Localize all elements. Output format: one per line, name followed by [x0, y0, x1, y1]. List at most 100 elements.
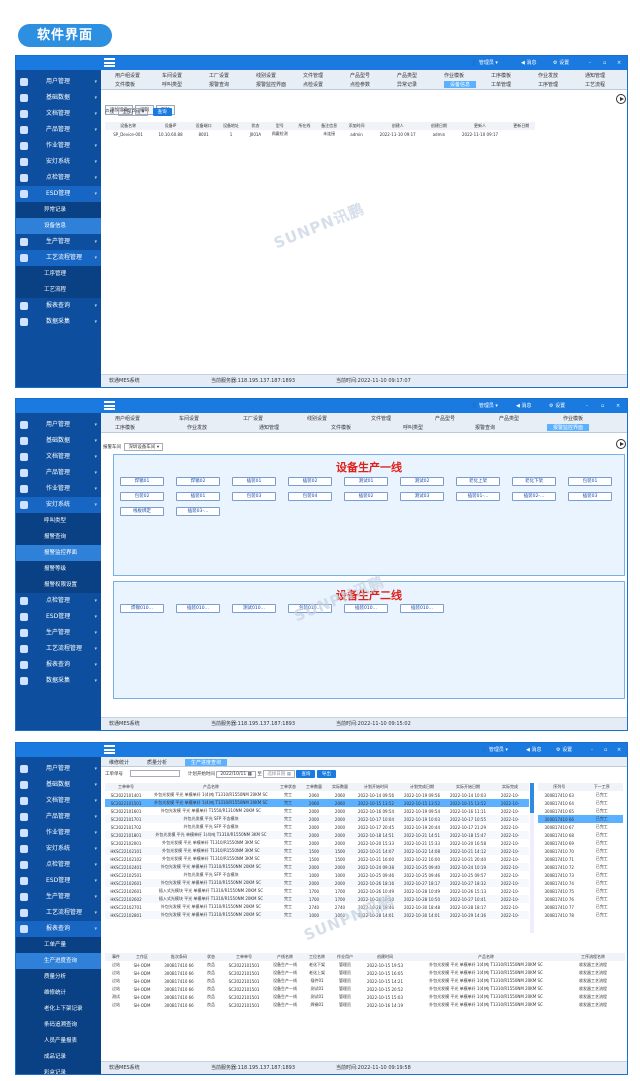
- column-header[interactable]: 型号: [266, 122, 294, 130]
- tab-18[interactable]: 设备信息: [444, 81, 477, 88]
- line-select[interactable]: 全部产线 ▾: [118, 108, 149, 116]
- tab-17[interactable]: 异常记录: [397, 81, 417, 88]
- menu-toggle-icon[interactable]: [104, 745, 115, 754]
- column-header[interactable]: 批次条码: [157, 953, 201, 961]
- station-button[interactable]: 测试01: [344, 477, 388, 486]
- station-button[interactable]: 插装010...: [176, 604, 220, 613]
- sidebar-item[interactable]: 生产管理 ▾: [16, 625, 101, 641]
- station-button[interactable]: 插装01: [176, 492, 220, 501]
- tab-0[interactable]: 维修统计: [109, 759, 129, 766]
- tab-5[interactable]: 产品型号: [435, 415, 455, 422]
- tab-3[interactable]: 线别设置: [256, 72, 276, 79]
- column-header[interactable]: 产线名称: [267, 953, 303, 961]
- sidebar-item[interactable]: 点检管理 ▾: [16, 857, 101, 873]
- station-button[interactable]: 包装04: [288, 492, 332, 501]
- sidebar-item[interactable]: 数据采集 ▾: [16, 673, 101, 689]
- minimize-button[interactable]: -: [586, 401, 588, 411]
- table-row[interactable]: HKSC22102701 外包光发模 平光 单模单纤 T1310/R1550NM …: [105, 903, 529, 911]
- order-input[interactable]: [130, 770, 181, 777]
- sidebar-subitem[interactable]: 报警权限设置: [16, 577, 101, 593]
- table-row[interactable]: 300B17410 68 已完工: [538, 831, 623, 839]
- export-button[interactable]: 导出: [316, 770, 336, 778]
- tab-5[interactable]: 产品型号: [350, 72, 370, 79]
- sidebar-item[interactable]: 作业管理 ▾: [16, 825, 101, 841]
- sidebar-item[interactable]: 产品管理 ▾: [16, 465, 101, 481]
- column-header[interactable]: 备注信息: [315, 122, 343, 130]
- tab-16[interactable]: 点检参数: [350, 81, 370, 88]
- tab-0[interactable]: 用户组设置: [115, 415, 140, 422]
- table-row[interactable]: 过站 SH-ODM 300B17410 66 良品 SC2022101501 设备生产一线…: [105, 961, 625, 969]
- sidebar-subitem[interactable]: 成品记录: [16, 1049, 101, 1065]
- tab-10[interactable]: 通知管理: [585, 72, 605, 79]
- menu-toggle-icon[interactable]: [104, 58, 115, 67]
- tab-9[interactable]: 作业发放: [187, 424, 207, 431]
- sidebar-subitem[interactable]: 工单产量: [16, 937, 101, 953]
- sidebar-subitem[interactable]: 设备信息: [16, 218, 101, 234]
- table-row[interactable]: SC2022101601 外包光发模 平光 单模单纤 T1550/R1310NM …: [105, 807, 529, 815]
- sidebar-item[interactable]: 产品管理 ▾: [16, 122, 101, 138]
- column-header[interactable]: 设备端口: [189, 122, 218, 130]
- table-row[interactable]: HKSC22102101 外包光发模 平光 单模单纤 T1310/R1550NM …: [105, 847, 529, 855]
- station-button[interactable]: 焊锡02: [176, 477, 220, 486]
- column-header[interactable]: 状态: [244, 122, 267, 130]
- table-row[interactable]: 测试 SH-ODM 300B17410 66 良品 SC2022101501 设备生产一线…: [105, 993, 625, 1001]
- table-row[interactable]: 300B17410 67 已完工: [538, 823, 623, 831]
- sidebar-subitem[interactable]: 条码追溯查询: [16, 1017, 101, 1033]
- tab-2[interactable]: 工厂设置: [209, 72, 229, 79]
- column-header[interactable]: 创建日期: [425, 122, 453, 130]
- sidebar-item[interactable]: ESD管理 ▾: [16, 186, 101, 202]
- column-header[interactable]: 实际开始日期: [445, 783, 491, 791]
- settings-button[interactable]: ⚙ 设置: [556, 745, 572, 755]
- close-button[interactable]: ×: [617, 58, 621, 68]
- table-row[interactable]: SP_Device-001 10.10.60.88 8001 1 J001A 佩戴检测 未连…: [105, 130, 535, 138]
- station-button[interactable]: 插装02: [344, 492, 388, 501]
- column-header[interactable]: 实际完成: [491, 783, 529, 791]
- sidebar-subitem[interactable]: 生产进度查询: [16, 953, 101, 969]
- sidebar-item[interactable]: 安灯系统 ▾: [16, 841, 101, 857]
- column-header[interactable]: 工单单号: [221, 953, 267, 961]
- user-menu[interactable]: 👤 管理员 ▾: [481, 745, 508, 755]
- tab-12[interactable]: 呼叫类型: [403, 424, 423, 431]
- user-menu[interactable]: 👤 管理员 ▾: [471, 58, 498, 68]
- sidebar-subitem[interactable]: 老化上下架记录: [16, 1001, 101, 1017]
- table-row[interactable]: 300B17410 76 已完工: [538, 895, 623, 903]
- sidebar-item[interactable]: 工艺流程管理 ▾: [16, 641, 101, 657]
- station-button[interactable]: 测试010...: [232, 604, 276, 613]
- table-row[interactable]: SC2022101801 外包光发模 平光 单模单纤 1(4)吨 T1310/R1…: [105, 831, 529, 839]
- tab-6[interactable]: 产品类型: [499, 415, 519, 422]
- sidebar-item[interactable]: 作业管理 ▾: [16, 481, 101, 497]
- tab-4[interactable]: 文件管理: [371, 415, 391, 422]
- scrollbar-thumb[interactable]: [530, 783, 534, 813]
- column-header[interactable]: 设备地址: [217, 122, 245, 130]
- table-row[interactable]: 300B17410 69 已完工: [538, 839, 623, 847]
- table-row[interactable]: SC2022101501 外包光发模 平光 单模单纤 1(4)吨 T1310/R1…: [105, 799, 529, 807]
- user-menu[interactable]: 👤 管理员 ▾: [471, 401, 498, 411]
- table-row[interactable]: SC2022101701 外包光发模 平光 SFP 不含模块 完工 2000 2000 2…: [105, 815, 529, 823]
- tab-0[interactable]: 用户组设置: [115, 72, 140, 79]
- column-header[interactable]: 工单状态: [275, 783, 301, 791]
- tab-21[interactable]: 工艺流程: [585, 81, 605, 88]
- column-header[interactable]: 产品名称: [411, 953, 561, 961]
- tab-15[interactable]: 点检设置: [303, 81, 323, 88]
- restore-button[interactable]: ▫: [601, 401, 604, 411]
- sidebar-item[interactable]: 基础数据 ▾: [16, 433, 101, 449]
- sidebar-subitem[interactable]: 彩盒记录: [16, 1065, 101, 1074]
- station-button[interactable]: 焊锡010...: [120, 604, 164, 613]
- settings-button[interactable]: ⚙ 设置: [553, 58, 569, 68]
- sidebar-item[interactable]: 工艺流程管理 ▾: [16, 250, 101, 266]
- sidebar-subitem[interactable]: 工艺流程: [16, 282, 101, 298]
- column-header[interactable]: 添加时间: [342, 122, 371, 130]
- table-row[interactable]: HKSC22102602 插入式光模块 平光 单模单纤 T1310/R1550NM…: [105, 895, 529, 903]
- column-header[interactable]: 实际数量: [327, 783, 353, 791]
- sidebar-item[interactable]: 点检管理 ▾: [16, 170, 101, 186]
- message-button[interactable]: ◀ 消息: [526, 745, 541, 755]
- table-row[interactable]: HKSC22102102 外包光发模 平光 单模单纤 T1310/R1550NM …: [105, 855, 529, 863]
- column-header[interactable]: 状态: [201, 953, 221, 961]
- column-header[interactable]: 计划开始时间: [353, 783, 399, 791]
- close-button[interactable]: ×: [616, 401, 620, 411]
- tab-14[interactable]: 报警监控界面: [256, 81, 286, 88]
- table-row[interactable]: 300B17410 74 已完工: [538, 879, 623, 887]
- minimize-button[interactable]: -: [589, 58, 591, 68]
- tab-20[interactable]: 工序管理: [538, 81, 558, 88]
- table-row[interactable]: HKSC22102601 插入式光模块 平光 单模单纤 T1310/R1550NM…: [105, 887, 529, 895]
